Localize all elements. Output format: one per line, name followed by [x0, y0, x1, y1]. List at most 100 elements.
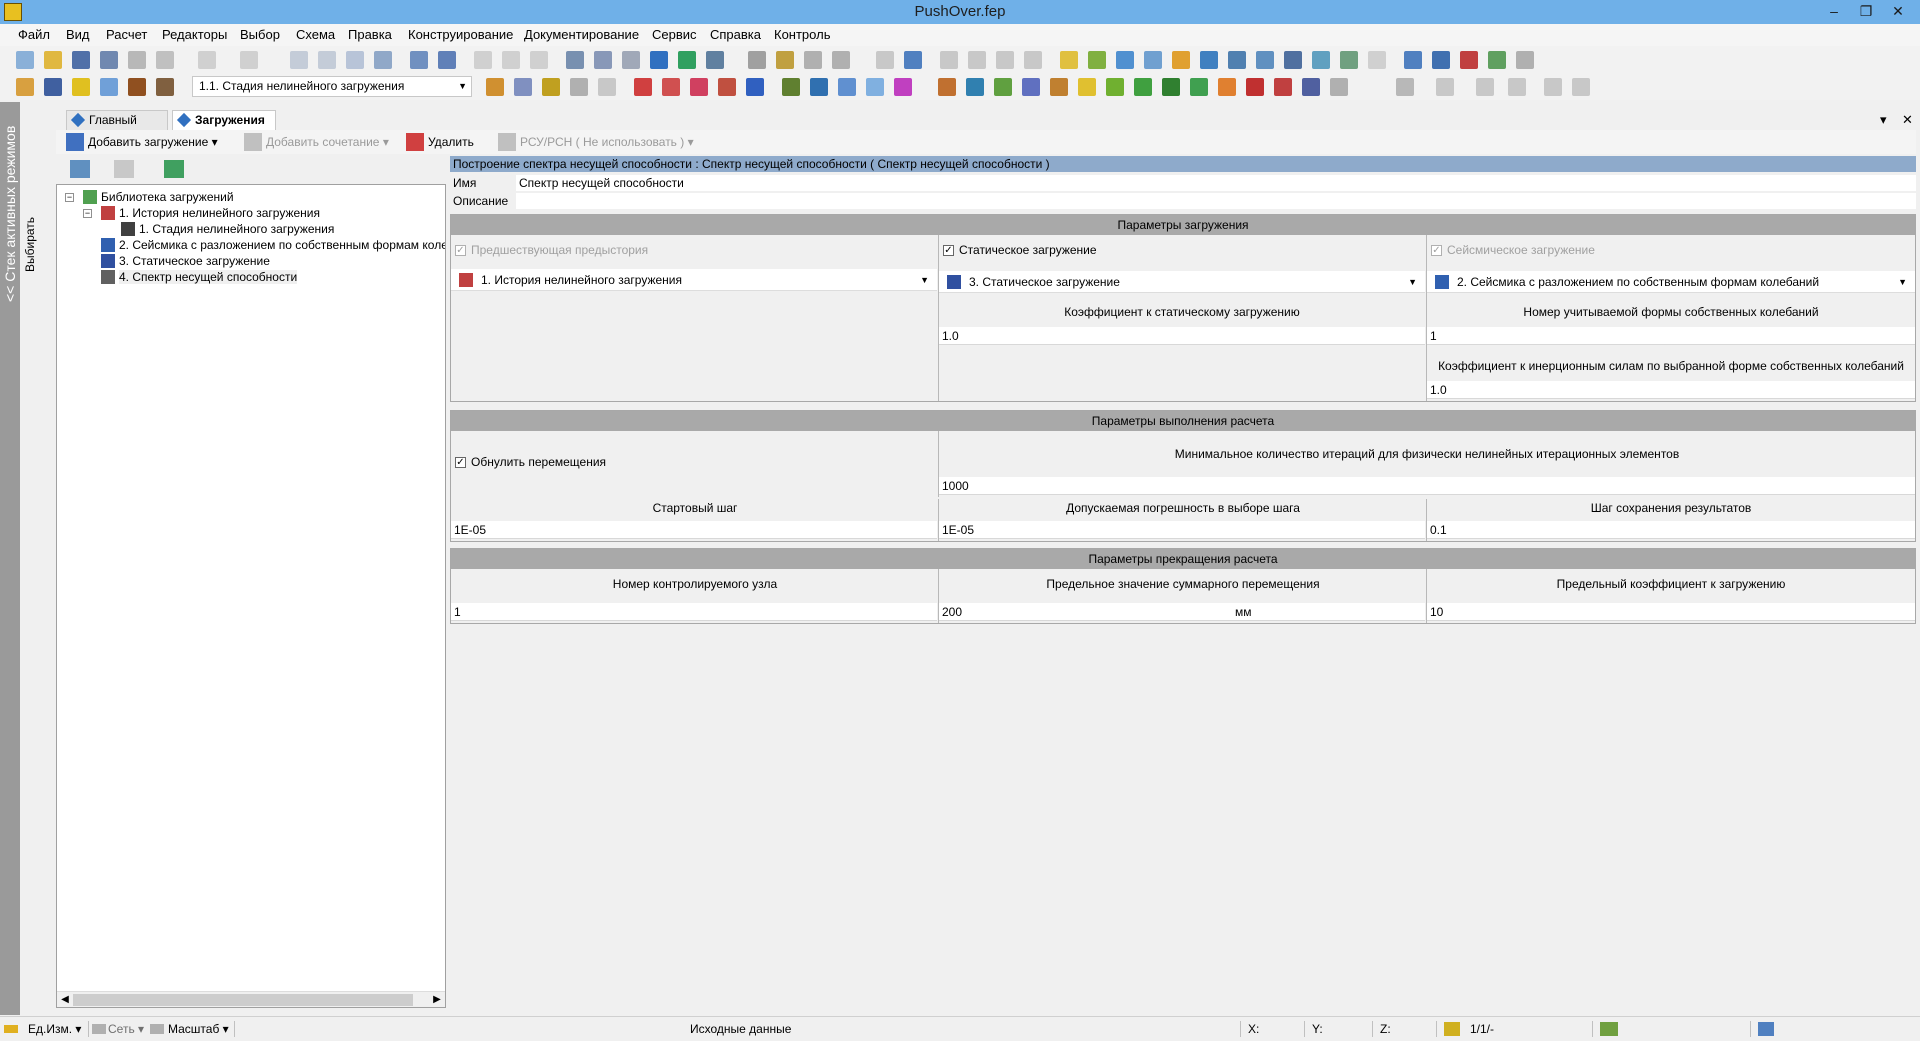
view3-icon[interactable] — [530, 51, 548, 69]
description-field[interactable] — [516, 193, 1916, 209]
axes-icon[interactable] — [1050, 78, 1068, 96]
mass-icon[interactable] — [938, 78, 956, 96]
star-icon[interactable] — [1060, 51, 1078, 69]
box-select-icon[interactable] — [1508, 78, 1526, 96]
plate-icon[interactable] — [1134, 78, 1152, 96]
stack-icon[interactable] — [1404, 51, 1422, 69]
tool2-icon[interactable] — [832, 51, 850, 69]
shape-icon[interactable] — [1116, 51, 1134, 69]
shell-icon[interactable] — [1190, 78, 1208, 96]
tree-item-stage[interactable]: 1. Стадия нелинейного загружения — [121, 221, 334, 237]
save-icon[interactable] — [72, 51, 90, 69]
slope-icon[interactable] — [1544, 78, 1562, 96]
wind-icon[interactable] — [866, 78, 884, 96]
reset-displacements-checkbox[interactable]: ✓ — [455, 457, 466, 468]
solid-icon[interactable] — [1162, 78, 1180, 96]
min-iter-field[interactable]: 1000 — [939, 477, 1915, 495]
load-view-icon[interactable] — [514, 78, 532, 96]
elements-icon[interactable] — [438, 51, 456, 69]
frame-icon[interactable] — [622, 51, 640, 69]
scroll-left-icon[interactable]: ◀ — [57, 992, 73, 1007]
grid-icon[interactable] — [996, 51, 1014, 69]
force-icon[interactable] — [634, 78, 652, 96]
add-load-button[interactable]: Добавить загружение ▾ — [64, 132, 218, 152]
filter-icon[interactable] — [876, 51, 894, 69]
check-icon[interactable] — [1088, 51, 1106, 69]
box-icon[interactable] — [1172, 51, 1190, 69]
tolerance-field[interactable]: 1E-05 — [939, 521, 1425, 539]
undo-icon[interactable] — [198, 51, 216, 69]
name-field[interactable]: Спектр несущей способности — [516, 175, 1916, 191]
menu-control[interactable]: Контроль — [774, 24, 830, 46]
line-style-icon[interactable] — [1436, 78, 1454, 96]
insert-icon[interactable] — [164, 160, 184, 178]
link-icon[interactable] — [940, 51, 958, 69]
chart-green-icon[interactable] — [678, 51, 696, 69]
seismic-load-select[interactable]: 2. Сейсмика с разложением по собственным… — [1427, 271, 1915, 293]
transfer-icon[interactable] — [1302, 78, 1320, 96]
temp-icon[interactable] — [838, 78, 856, 96]
spring-icon[interactable] — [1284, 51, 1302, 69]
new-icon[interactable] — [16, 51, 34, 69]
menu-view[interactable]: Вид — [66, 24, 90, 46]
menu-edit[interactable]: Правка — [348, 24, 392, 46]
measure-icon[interactable] — [1488, 51, 1506, 69]
panel-close-icon[interactable]: ✕ — [1902, 112, 1913, 128]
align-icon[interactable] — [1476, 78, 1494, 96]
load-support-icon[interactable] — [570, 78, 588, 96]
seismic-load-checkbox[interactable]: ✓ — [1431, 245, 1442, 256]
max-disp-field[interactable]: 200 мм — [939, 603, 1425, 621]
load-hinge-icon[interactable] — [598, 78, 616, 96]
green-check-icon[interactable] — [1106, 78, 1124, 96]
grid-toggle-icon[interactable] — [1396, 78, 1414, 96]
zoom-in-icon[interactable] — [290, 51, 308, 69]
collapse-icon[interactable]: − — [83, 209, 92, 218]
pan-icon[interactable] — [346, 51, 364, 69]
tool-icon[interactable] — [804, 51, 822, 69]
moment-icon[interactable] — [662, 78, 680, 96]
static-load-checkbox[interactable]: ✓ — [943, 245, 954, 256]
node-field[interactable]: 1 — [451, 603, 937, 621]
menu-calc[interactable]: Расчет — [106, 24, 147, 46]
layers-icon[interactable] — [1256, 51, 1274, 69]
dynamic-icon[interactable] — [966, 78, 984, 96]
tab-loads[interactable]: Загружения — [172, 110, 276, 130]
image-icon[interactable] — [156, 51, 174, 69]
menu-editors[interactable]: Редакторы — [162, 24, 227, 46]
view-icon[interactable] — [474, 51, 492, 69]
brush-icon[interactable] — [776, 51, 794, 69]
load-bricks-icon[interactable] — [128, 78, 146, 96]
menu-scheme[interactable]: Схема — [296, 24, 335, 46]
delete-button[interactable]: Удалить — [404, 132, 474, 152]
cross-icon[interactable] — [1368, 51, 1386, 69]
snap-icon[interactable] — [1600, 1022, 1618, 1036]
close-window-button[interactable]: ✕ — [1884, 0, 1912, 22]
mesh-icon[interactable] — [1340, 51, 1358, 69]
active-load-select[interactable]: 1.1. Стадия нелинейного загружения ▼ — [192, 76, 472, 97]
minimize-button[interactable]: – — [1820, 0, 1848, 22]
tree-root[interactable]: Библиотека загружений — [83, 189, 234, 205]
tree-item-static[interactable]: 3. Статическое загружение — [101, 253, 270, 269]
soil-icon[interactable] — [782, 78, 800, 96]
scroll-right-icon[interactable]: ▶ — [429, 992, 445, 1007]
open-icon[interactable] — [44, 51, 62, 69]
force-surf-icon[interactable] — [746, 78, 764, 96]
red-arrow-icon[interactable] — [1246, 78, 1264, 96]
coef-static-field[interactable]: 1.0 — [939, 327, 1425, 345]
load-person-icon[interactable] — [156, 78, 174, 96]
load-dist-icon[interactable] — [486, 78, 504, 96]
menu-documents[interactable]: Документирование — [524, 24, 639, 46]
pen-icon[interactable] — [748, 51, 766, 69]
graph-icon[interactable] — [1274, 78, 1292, 96]
sort-icon[interactable] — [810, 78, 828, 96]
active-modes-stack[interactable]: << Стек активных режимов — [0, 102, 20, 1015]
prev-history-select[interactable]: 1. История нелинейного загружения ▼ — [451, 269, 937, 291]
arrow-tool-icon[interactable] — [1516, 51, 1534, 69]
inertia-coef-field[interactable]: 1.0 — [1427, 381, 1915, 399]
prev-history-checkbox[interactable]: ✓ — [455, 245, 466, 256]
table-icon[interactable] — [1330, 78, 1348, 96]
save-as-icon[interactable] — [100, 51, 118, 69]
axis-3d-icon[interactable] — [1078, 78, 1096, 96]
scale-button[interactable]: Масштаб ▾ — [168, 1017, 229, 1041]
menu-select[interactable]: Выбор — [240, 24, 280, 46]
